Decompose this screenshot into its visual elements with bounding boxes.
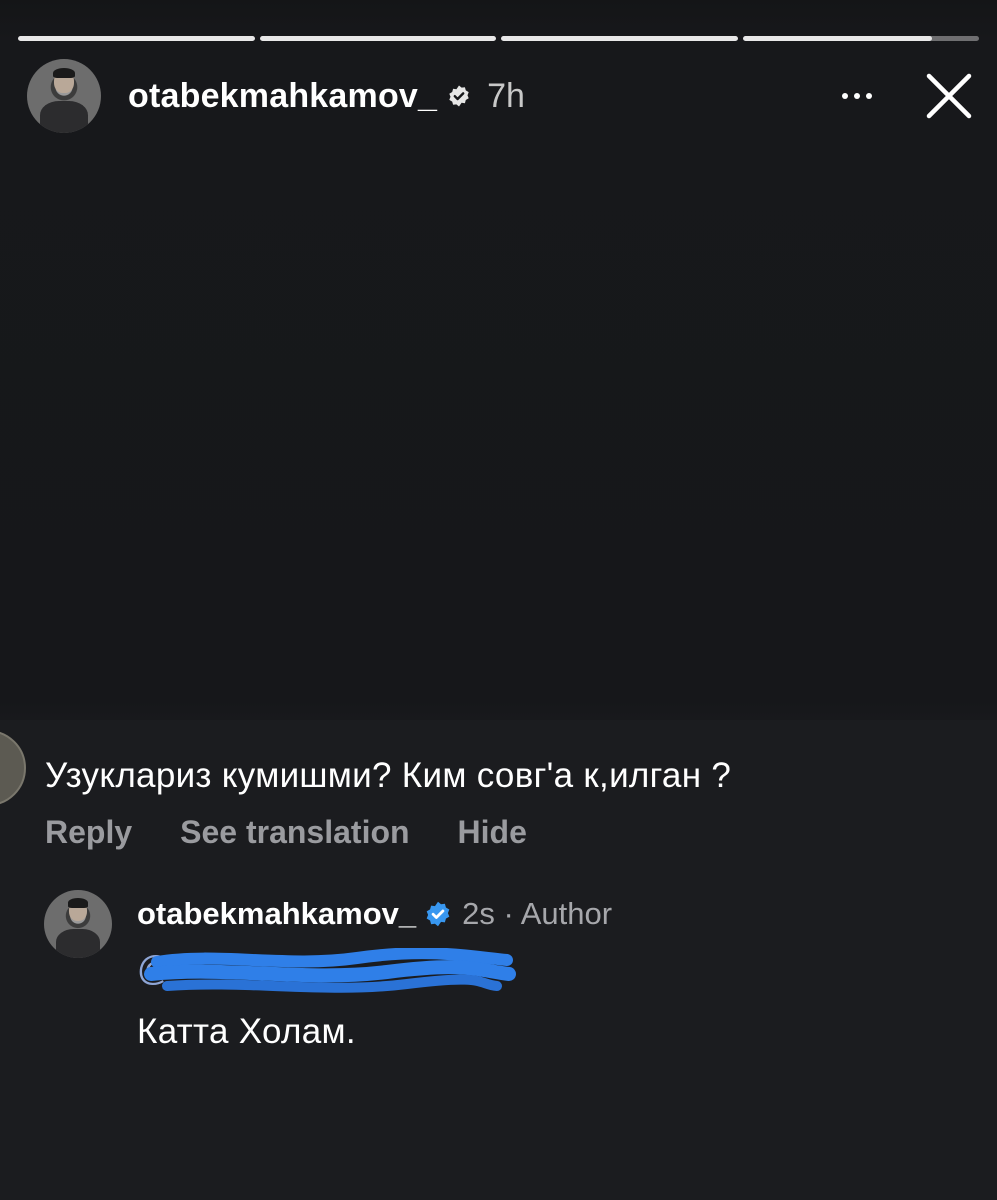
- progress-fill: [18, 36, 255, 41]
- story-viewer: otabekmahkamov_ 7h Узуклариз кумишми? Ки…: [0, 0, 997, 1200]
- comment-section: Узуклариз кумишми? Ким совг'а к,илган ? …: [0, 720, 997, 1200]
- reply-username[interactable]: otabekmahkamov_: [137, 896, 416, 932]
- hide-button[interactable]: Hide: [458, 814, 527, 851]
- progress-fill: [501, 36, 738, 41]
- avatar-hair: [52, 67, 76, 79]
- reply-timestamp: 2s · Author: [462, 896, 613, 931]
- avatar[interactable]: [44, 890, 112, 958]
- redaction-scribble: [144, 948, 516, 993]
- reply-text: Катта Холам.: [137, 1012, 356, 1051]
- progress-fill: [742, 36, 932, 41]
- avatar-hair: [67, 898, 89, 908]
- progress-fill: [259, 36, 496, 41]
- avatar-figure: [56, 928, 100, 958]
- more-icon-dot: [854, 93, 860, 99]
- close-button[interactable]: [919, 66, 979, 126]
- story-username[interactable]: otabekmahkamov_: [128, 77, 437, 116]
- commenter-avatar[interactable]: [0, 730, 26, 806]
- reply-meta: otabekmahkamov_ 2s · Author: [137, 896, 612, 932]
- see-translation-button[interactable]: See translation: [180, 814, 409, 851]
- story-timestamp: 7h: [487, 76, 525, 115]
- comment-text: Узуклариз кумишми? Ким совг'а к,илган ?: [45, 756, 732, 795]
- more-icon-dot: [842, 93, 848, 99]
- progress-segment: [501, 36, 738, 41]
- progress-segment: [18, 36, 255, 41]
- avatar-figure: [40, 101, 88, 133]
- progress-segment: [742, 36, 979, 41]
- more-icon-dot: [866, 93, 872, 99]
- avatar[interactable]: [27, 59, 101, 133]
- verified-badge-icon: [449, 85, 469, 107]
- comment-actions: Reply See translation Hide: [45, 814, 527, 851]
- more-button[interactable]: [827, 66, 887, 126]
- story-progress-bar: [18, 36, 979, 41]
- story-header: otabekmahkamov_ 7h: [27, 58, 979, 134]
- progress-segment: [259, 36, 496, 41]
- close-icon: [926, 73, 972, 119]
- verified-badge-icon: [426, 901, 450, 927]
- reply-button[interactable]: Reply: [45, 814, 132, 851]
